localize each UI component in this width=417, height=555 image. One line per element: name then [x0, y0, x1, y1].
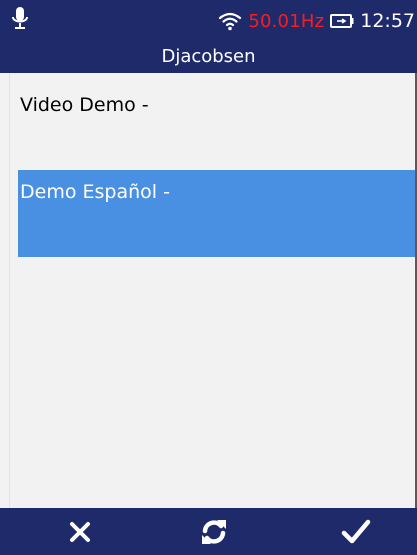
list-divider	[9, 73, 10, 508]
list-item-demo-espanol[interactable]: Demo Español -	[18, 170, 415, 257]
checkmark-icon	[341, 519, 371, 543]
microphone-icon[interactable]	[10, 6, 30, 32]
refresh-button[interactable]	[184, 508, 244, 555]
cancel-button[interactable]	[50, 508, 110, 555]
confirm-button[interactable]	[326, 508, 386, 555]
status-bar: 50.01Hz 12:57	[218, 8, 417, 34]
app-header: 50.01Hz 12:57 Djacobsen	[0, 0, 417, 73]
item-list: Video Demo - Demo Español -	[0, 73, 417, 508]
action-bar	[0, 508, 417, 555]
list-item-video-demo[interactable]: Video Demo -	[18, 83, 415, 170]
wifi-icon	[219, 12, 242, 31]
close-icon	[70, 521, 90, 542]
refresh-icon	[202, 519, 226, 544]
battery-icon	[330, 14, 354, 28]
page-title: Djacobsen	[161, 46, 256, 67]
clock: 12:57	[360, 10, 415, 32]
frequency-readout: 50.01Hz	[248, 10, 325, 32]
